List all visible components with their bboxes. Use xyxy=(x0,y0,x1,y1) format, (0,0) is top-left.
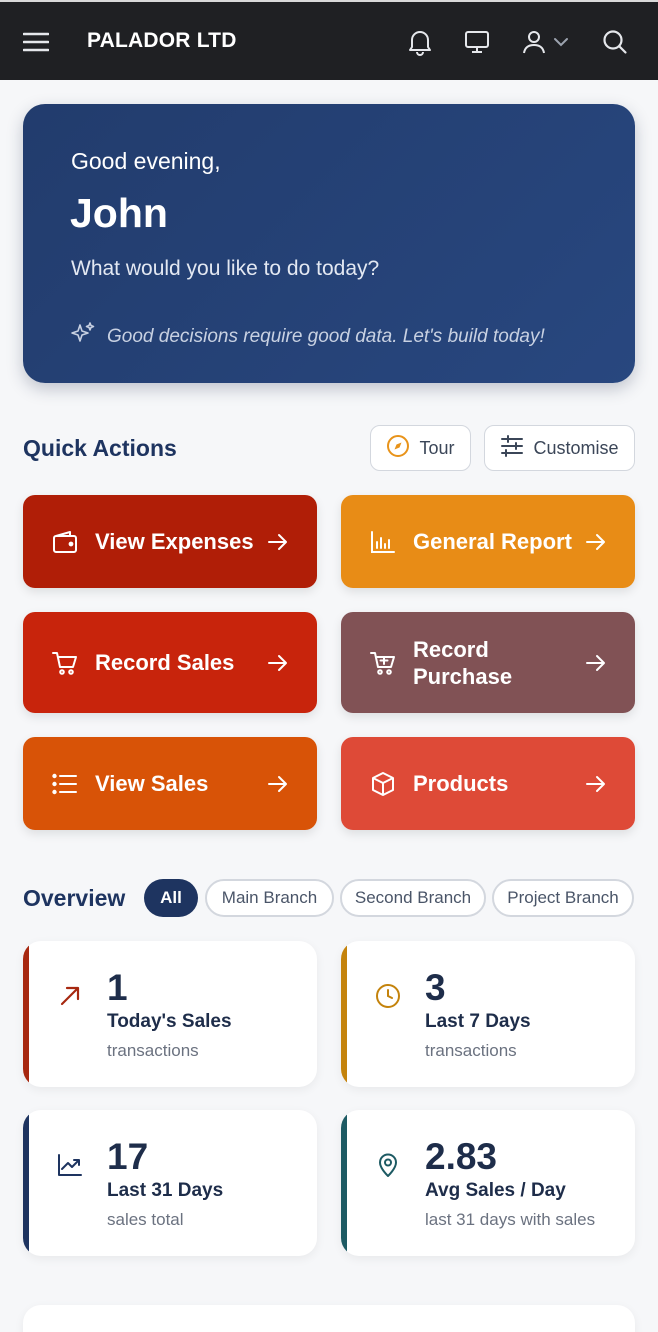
arrow-right-icon xyxy=(585,652,607,674)
tip-text: Good decisions require good data. Let's … xyxy=(107,326,545,347)
action-label: Products xyxy=(413,771,509,796)
customise-button[interactable]: Customise xyxy=(484,425,635,471)
chevron-down-icon[interactable] xyxy=(546,26,576,58)
accent-bar xyxy=(341,1110,347,1256)
stat-card-last-31-days: 17 Last 31 Days sales total xyxy=(23,1110,317,1256)
arrow-right-icon xyxy=(585,531,607,553)
stat-subtext: last 31 days with sales xyxy=(425,1210,596,1229)
bell-icon[interactable] xyxy=(404,26,436,58)
greeting-text: Good evening, xyxy=(71,148,221,174)
cart-plus-icon xyxy=(370,650,396,676)
wallet-icon xyxy=(52,529,78,555)
map-pin-icon xyxy=(375,1152,401,1178)
menu-icon[interactable] xyxy=(22,28,50,56)
filter-project-branch[interactable]: Project Branch xyxy=(492,879,634,917)
stat-card-todays-sales: 1 Today's Sales transactions xyxy=(23,941,317,1087)
stat-value: 17 xyxy=(107,1136,149,1177)
record-sales-button[interactable]: Record Sales xyxy=(23,612,317,713)
next-section-card xyxy=(23,1305,635,1332)
filter-main-branch[interactable]: Main Branch xyxy=(205,879,334,917)
accent-bar xyxy=(23,1110,29,1256)
list-icon xyxy=(52,771,78,797)
customise-label: Customise xyxy=(533,437,619,458)
stat-value: 2.83 xyxy=(425,1136,498,1177)
sliders-icon xyxy=(500,434,524,462)
quick-actions-title: Quick Actions xyxy=(23,435,177,461)
stat-value: 3 xyxy=(425,967,446,1008)
overview-title: Overview xyxy=(23,885,126,911)
tour-label: Tour xyxy=(419,437,455,458)
stat-label: Avg Sales / Day xyxy=(425,1180,566,1201)
stat-subtext: sales total xyxy=(107,1210,184,1229)
clock-icon xyxy=(375,983,401,1009)
compass-icon xyxy=(386,434,410,463)
monitor-icon[interactable] xyxy=(461,26,493,58)
tour-button[interactable]: Tour xyxy=(370,425,471,471)
cart-icon xyxy=(52,650,78,676)
action-label: View Expenses xyxy=(95,529,254,554)
trend-arrow-icon xyxy=(57,983,83,1009)
action-label: View Sales xyxy=(95,771,209,796)
filter-all[interactable]: All xyxy=(144,879,198,917)
action-label: Record Sales xyxy=(95,650,235,675)
filter-second-branch[interactable]: Second Branch xyxy=(340,879,486,917)
brand-name: PALADOR LTD xyxy=(87,29,237,52)
stat-value: 1 xyxy=(107,967,128,1008)
user-name: John xyxy=(70,190,168,236)
stat-card-avg-sales: 2.83 Avg Sales / Day last 31 days with s… xyxy=(341,1110,635,1256)
stat-label: Today's Sales xyxy=(107,1011,232,1032)
action-label: General Report xyxy=(413,529,572,554)
products-button[interactable]: Products xyxy=(341,737,635,830)
stat-label: Last 7 Days xyxy=(425,1011,531,1032)
bar-chart-icon xyxy=(370,529,396,555)
stat-subtext: transactions xyxy=(107,1041,199,1060)
record-purchase-button[interactable]: Record Purchase xyxy=(341,612,635,713)
arrow-right-icon xyxy=(267,773,289,795)
top-bar: PALADOR LTD xyxy=(0,0,658,80)
arrow-right-icon xyxy=(267,652,289,674)
stat-card-last-7-days: 3 Last 7 Days transactions xyxy=(341,941,635,1087)
tip-line: Good decisions require good data. Let's … xyxy=(69,320,545,354)
view-sales-button[interactable]: View Sales xyxy=(23,737,317,830)
line-chart-icon xyxy=(57,1152,83,1178)
view-expenses-button[interactable]: View Expenses xyxy=(23,495,317,588)
box-icon xyxy=(370,771,396,797)
stat-subtext: transactions xyxy=(425,1041,517,1060)
accent-bar xyxy=(341,941,347,1087)
sparkles-icon xyxy=(69,320,97,354)
stat-label: Last 31 Days xyxy=(107,1180,224,1201)
prompt-text: What would you like to do today? xyxy=(71,257,380,280)
welcome-banner: Good evening, John What would you like t… xyxy=(23,104,635,383)
general-report-button[interactable]: General Report xyxy=(341,495,635,588)
accent-bar xyxy=(23,941,29,1087)
arrow-right-icon xyxy=(585,773,607,795)
arrow-right-icon xyxy=(267,531,289,553)
search-icon[interactable] xyxy=(599,26,631,58)
action-label: Record Purchase xyxy=(413,637,513,689)
